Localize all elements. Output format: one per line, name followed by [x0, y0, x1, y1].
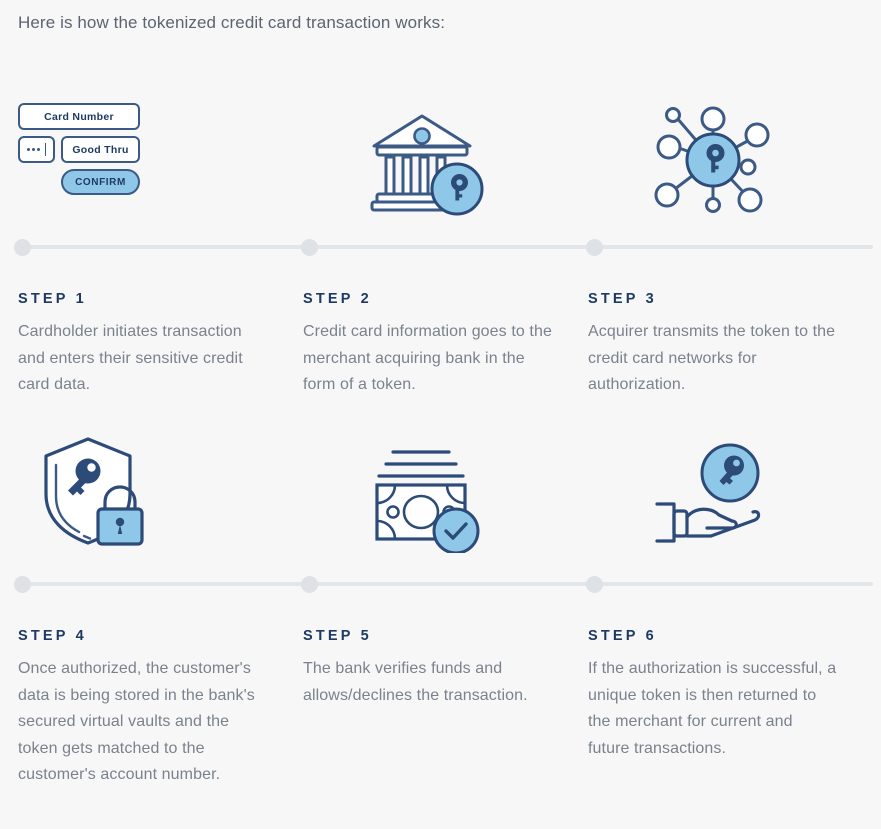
- icon-cell-step-4: [0, 432, 285, 562]
- step-block-4: STEP 4 Once authorized, the customer's d…: [0, 627, 285, 789]
- timeline-dot-step-3: [586, 239, 603, 256]
- row-2-icons: [0, 432, 881, 562]
- step-label: STEP 5: [303, 628, 372, 644]
- row-1-icons: Card Number Good Thru CONFIRM: [0, 95, 881, 225]
- confirm-button[interactable]: CONFIRM: [61, 169, 140, 195]
- step-description: Once authorized, the customer's data is …: [18, 660, 255, 783]
- steps-row-2: STEP 4 Once authorized, the customer's d…: [0, 432, 881, 783]
- card-number-field[interactable]: Card Number: [18, 103, 140, 130]
- network-with-key-icon: [570, 95, 855, 225]
- timeline-dot-step-4: [14, 576, 31, 593]
- step-label: STEP 6: [588, 628, 657, 644]
- timeline-track: [18, 245, 873, 249]
- page-title: Here is how the tokenized credit card tr…: [18, 13, 446, 32]
- icon-cell-step-1: Card Number Good Thru CONFIRM: [0, 95, 285, 225]
- timeline-row-1: [0, 235, 881, 257]
- credit-card-form-icon: Card Number Good Thru CONFIRM: [18, 95, 268, 225]
- step-block-6: STEP 6 If the authorization is successfu…: [570, 627, 855, 762]
- step-block-1: STEP 1 Cardholder initiates transaction …: [0, 290, 285, 399]
- timeline-track: [18, 582, 873, 586]
- step-description: The bank verifies funds and allows/decli…: [303, 660, 528, 704]
- good-thru-field[interactable]: Good Thru: [61, 136, 140, 163]
- icon-cell-step-2: [285, 95, 570, 225]
- bank-with-key-icon: [285, 95, 570, 225]
- step-label: STEP 4: [18, 628, 87, 644]
- card-number-label: Card Number: [44, 110, 114, 123]
- good-thru-label: Good Thru: [72, 143, 129, 156]
- step-block-2: STEP 2 Credit card information goes to t…: [285, 290, 570, 399]
- timeline-dot-step-5: [301, 576, 318, 593]
- timeline-row-2: [0, 572, 881, 594]
- banknote-check-icon: [285, 432, 570, 562]
- step-label: STEP 3: [588, 291, 657, 307]
- infographic-page: Here is how the tokenized credit card tr…: [0, 0, 881, 829]
- step-block-5: STEP 5 The bank verifies funds and allow…: [285, 627, 570, 709]
- icon-cell-step-3: [570, 95, 855, 225]
- cvv-dots-icon: [26, 148, 40, 151]
- timeline-dot-step-1: [14, 239, 31, 256]
- timeline-dot-step-2: [301, 239, 318, 256]
- hand-holding-key-icon: [570, 432, 855, 562]
- text-caret-icon: [44, 143, 47, 156]
- step-description: Cardholder initiates transaction and ent…: [18, 323, 243, 393]
- icon-cell-step-6: [570, 432, 855, 562]
- confirm-button-label: CONFIRM: [75, 176, 126, 188]
- step-block-3: STEP 3 Acquirer transmits the token to t…: [570, 290, 855, 399]
- step-description: Acquirer transmits the token to the cred…: [588, 323, 836, 393]
- steps-row-1: Card Number Good Thru CONFIRM STEP 1 Car…: [0, 95, 881, 393]
- cvv-field[interactable]: [18, 136, 55, 163]
- step-description: Credit card information goes to the merc…: [303, 323, 552, 393]
- step-description: If the authorization is successful, a un…: [588, 660, 837, 757]
- step-label: STEP 2: [303, 291, 372, 307]
- step-label: STEP 1: [18, 291, 87, 307]
- icon-cell-step-5: [285, 432, 570, 562]
- timeline-dot-step-6: [586, 576, 603, 593]
- shield-key-lock-icon: [18, 432, 268, 562]
